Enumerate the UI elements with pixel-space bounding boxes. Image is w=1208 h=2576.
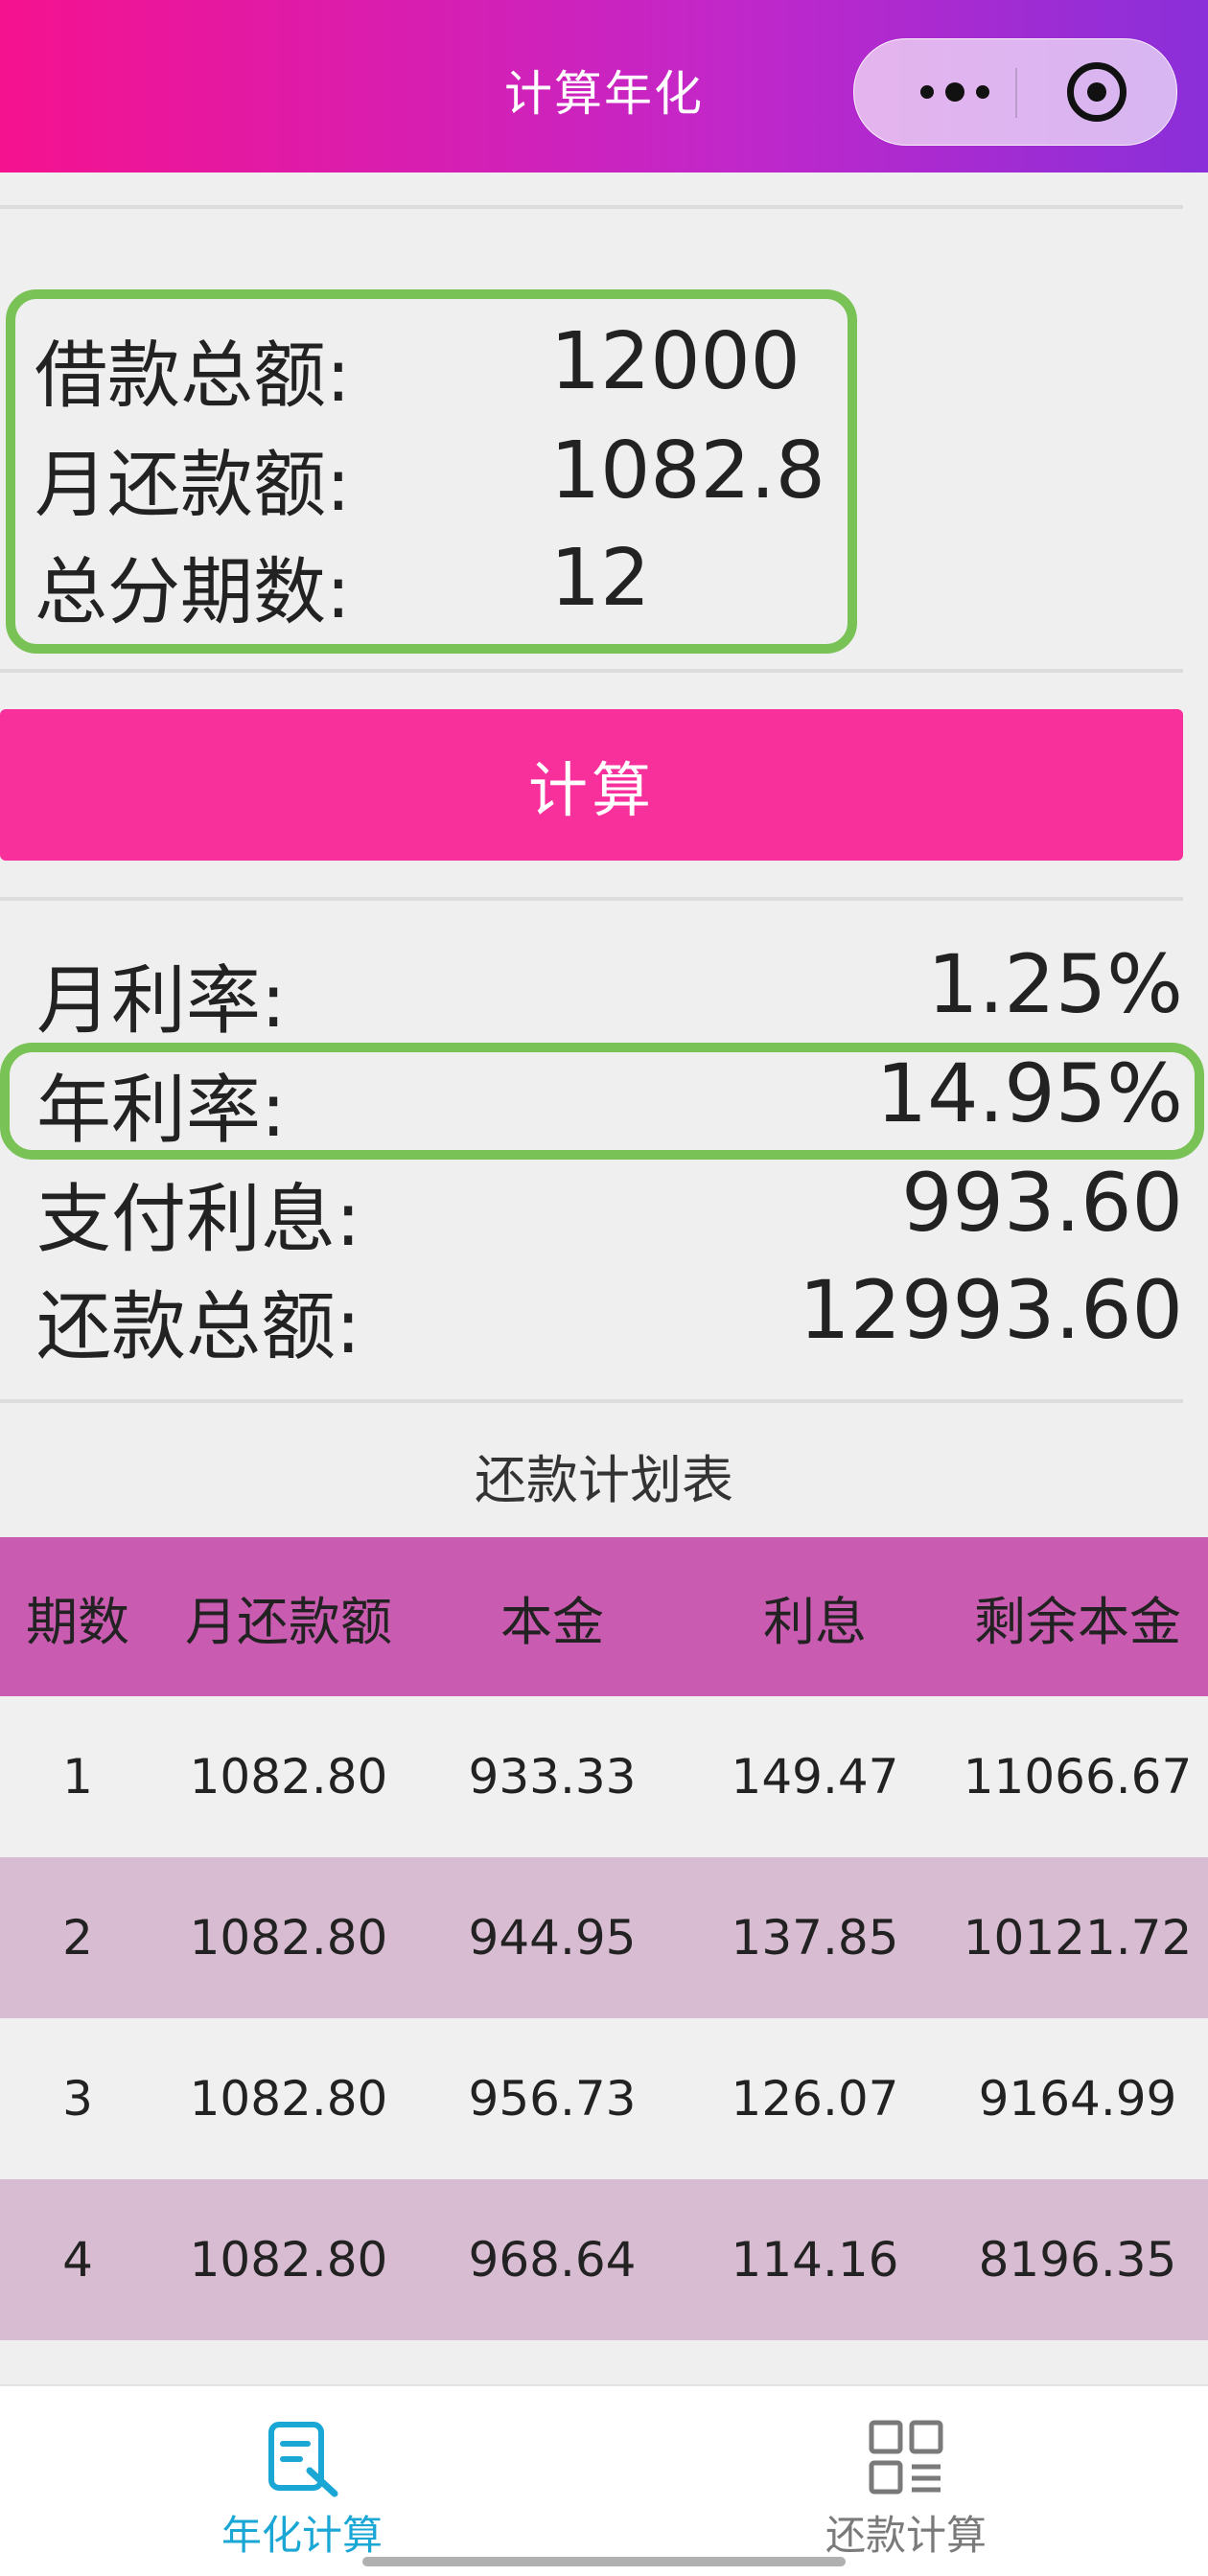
table-cell: 126.07 xyxy=(731,2071,899,2127)
divider xyxy=(0,205,1183,209)
table-cell: 1082.80 xyxy=(189,2232,388,2288)
table-cell: 968.64 xyxy=(468,2232,637,2288)
table-cell: 1082.80 xyxy=(189,1749,388,1805)
column-header: 月还款额 xyxy=(185,1591,392,1652)
monthly-payment-input[interactable] xyxy=(550,426,857,517)
table-row: 3 1082.80 956.73 126.07 9164.99 xyxy=(0,2018,1208,2179)
miniprogram-capsule xyxy=(853,38,1177,146)
table-row: 1 1082.80 933.33 149.47 11066.67 xyxy=(0,1696,1208,1857)
interest-paid-label: 支付利息: xyxy=(36,1177,361,1263)
more-dot-icon xyxy=(945,82,964,102)
column-header: 利息 xyxy=(763,1591,867,1652)
table-cell: 944.95 xyxy=(468,1910,637,1966)
column-header: 剩余本金 xyxy=(974,1591,1181,1652)
close-miniprogram-icon[interactable] xyxy=(1067,62,1127,122)
table-cell: 10121.72 xyxy=(963,1910,1193,1966)
table-cell: 114.16 xyxy=(731,2232,899,2288)
tab-repayment[interactable]: 还款计算 xyxy=(604,2386,1208,2576)
table-header: 期数 月还款额 本金 利息 剩余本金 xyxy=(0,1537,1208,1696)
tab-label: 年化计算 xyxy=(221,2512,383,2559)
table-cell: 8196.35 xyxy=(978,2232,1177,2288)
monthly-rate-value: 1.25% xyxy=(927,937,1183,1031)
table-row: 2 1082.80 944.95 137.85 10121.72 xyxy=(0,1857,1208,2018)
monthly-rate-label: 月利率: xyxy=(36,958,287,1045)
tab-bar: 年化计算 还款计算 xyxy=(0,2384,1208,2576)
column-header: 本金 xyxy=(500,1591,604,1652)
grid-icon xyxy=(869,2420,943,2495)
table-row: 4 1082.80 968.64 114.16 8196.35 xyxy=(0,2179,1208,2340)
loan-amount-label: 借款总额: xyxy=(35,333,351,418)
column-header: 期数 xyxy=(26,1591,129,1652)
calculate-button[interactable]: 计算 xyxy=(0,709,1183,861)
interest-paid-value: 993.60 xyxy=(901,1156,1183,1250)
title-bar: 计算年化 xyxy=(0,0,1208,172)
divider xyxy=(0,669,1183,673)
more-button[interactable] xyxy=(902,62,1008,122)
annual-rate-label: 年利率: xyxy=(36,1068,287,1154)
table-cell: 1082.80 xyxy=(189,1910,388,1966)
schedule-title: 还款计划表 xyxy=(475,1450,733,1510)
table-cell: 9164.99 xyxy=(978,2071,1177,2127)
table-cell: 956.73 xyxy=(468,2071,637,2127)
table-cell: 1 xyxy=(62,1749,93,1805)
installments-label: 总分期数: xyxy=(35,549,351,634)
table-cell: 1082.80 xyxy=(189,2071,388,2127)
divider xyxy=(0,897,1183,901)
table-cell: 933.33 xyxy=(468,1749,637,1805)
total-repayment-label: 还款总额: xyxy=(36,1284,361,1370)
edit-document-icon xyxy=(268,2422,338,2497)
home-indicator[interactable] xyxy=(362,2557,846,2566)
monthly-payment-label: 月还款额: xyxy=(35,442,351,527)
table-cell: 4 xyxy=(62,2232,93,2288)
table-cell: 11066.67 xyxy=(963,1749,1193,1805)
installments-input[interactable] xyxy=(550,533,857,624)
tab-label: 还款计算 xyxy=(825,2512,987,2559)
annual-rate-value: 14.95% xyxy=(875,1046,1183,1140)
total-repayment-value: 12993.60 xyxy=(799,1263,1183,1357)
table-cell: 3 xyxy=(62,2071,93,2127)
loan-amount-input[interactable] xyxy=(550,316,857,407)
more-dot-icon xyxy=(920,85,934,99)
table-cell: 149.47 xyxy=(731,1749,899,1805)
tab-annualized[interactable]: 年化计算 xyxy=(0,2386,604,2576)
more-dot-icon xyxy=(976,85,989,99)
table-cell: 2 xyxy=(62,1910,93,1966)
divider xyxy=(0,1399,1183,1403)
table-cell: 137.85 xyxy=(731,1910,899,1966)
capsule-divider xyxy=(1015,68,1017,118)
